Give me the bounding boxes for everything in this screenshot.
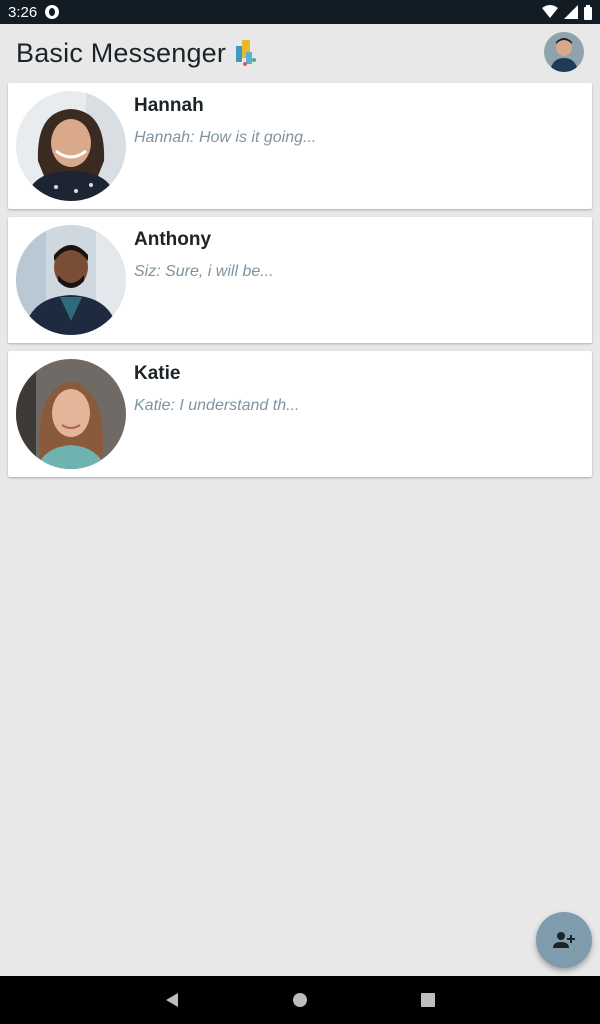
message-preview: Hannah: How is it going...: [134, 129, 317, 146]
app-bar: Basic Messenger: [0, 24, 600, 82]
back-triangle-icon: [166, 993, 178, 1007]
recent-square-icon: [421, 993, 435, 1007]
contact-avatar: [16, 359, 126, 469]
home-button[interactable]: [276, 976, 324, 1024]
home-circle-icon: [293, 993, 307, 1007]
contact-name: Anthony: [134, 229, 212, 250]
recent-apps-button[interactable]: [404, 976, 452, 1024]
wifi-icon: [542, 5, 558, 18]
add-person-icon: [553, 932, 575, 948]
contact-avatar: [16, 91, 126, 201]
contact-name: Hannah: [134, 95, 204, 116]
message-preview: Katie: I understand th...: [134, 397, 300, 414]
status-bar: 3:26: [0, 0, 600, 24]
conversation-item[interactable]: Katie Katie: I understand th...: [8, 351, 592, 477]
app-logo-icon: [234, 38, 258, 68]
back-button[interactable]: [148, 976, 196, 1024]
battery-icon: [584, 4, 592, 20]
add-contact-button[interactable]: [536, 912, 592, 968]
conversation-item[interactable]: Hannah Hannah: How is it going...: [8, 83, 592, 209]
conversation-item[interactable]: Anthony Siz: Sure, i will be...: [8, 217, 592, 343]
contact-avatar: [16, 225, 126, 335]
contact-name: Katie: [134, 363, 181, 384]
app-title: Basic Messenger: [16, 37, 227, 68]
system-nav-bar: [0, 976, 600, 1024]
notification-icon: [45, 5, 60, 19]
signal-icon: [564, 5, 578, 19]
conversation-list: Hannah Hannah: How is it going... Anthon…: [8, 83, 592, 477]
message-preview: Siz: Sure, i will be...: [134, 263, 274, 280]
status-time: 3:26: [8, 3, 38, 21]
profile-avatar[interactable]: [544, 32, 584, 72]
